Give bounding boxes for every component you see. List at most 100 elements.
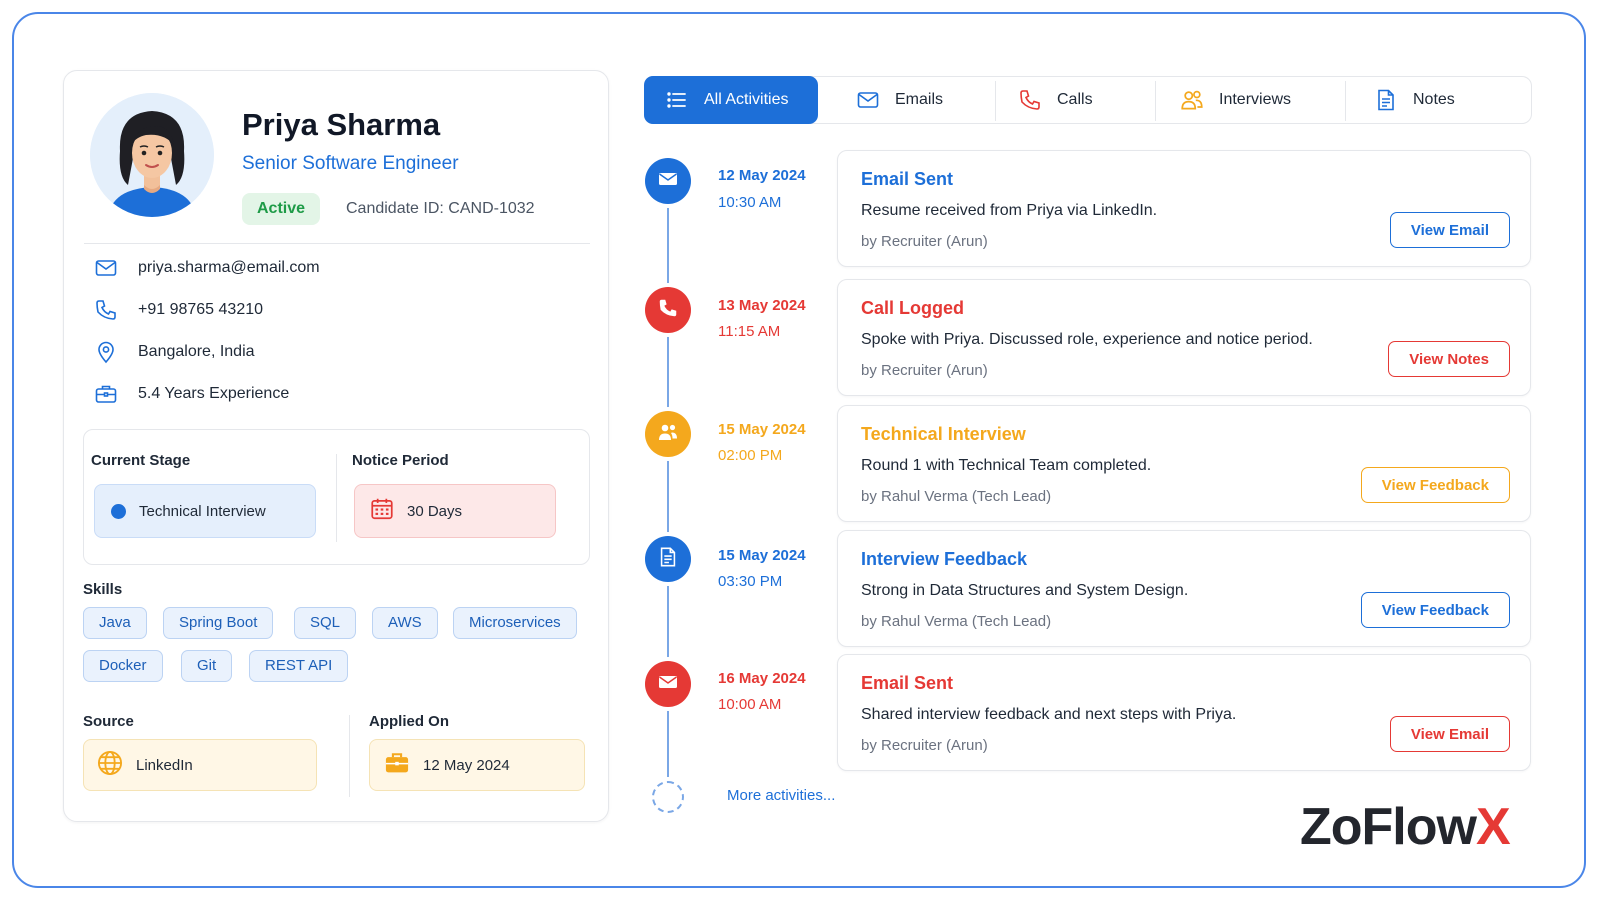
skill-chip[interactable]: AWS <box>372 607 438 639</box>
activity-title: Technical Interview <box>861 424 1026 444</box>
activity-card: Email Sent Shared interview feedback and… <box>837 654 1531 771</box>
phone-icon <box>657 297 679 324</box>
status-badge: Active <box>242 193 321 225</box>
view-feedback-button[interactable]: View Feedback <box>1360 592 1510 628</box>
skill-chip[interactable]: Spring Boot <box>163 607 274 639</box>
divider <box>336 454 337 542</box>
activity-title: Email Sent <box>861 673 954 693</box>
location-text: Bangalore, India <box>138 343 255 360</box>
phone-icon <box>1017 87 1043 113</box>
activity-time: 03:30 PM <box>718 573 783 590</box>
tab-all-activities[interactable]: All Activities <box>644 76 818 124</box>
timeline-node <box>645 661 691 707</box>
skill-chip[interactable]: SQL <box>294 607 357 639</box>
notice-period-value: 30 Days <box>407 502 463 520</box>
activity-date: 15 May 2024 <box>718 547 806 564</box>
activity-author: by Rahul Verma (Tech Lead) <box>861 613 1052 630</box>
applied-on-label: Applied On <box>369 713 449 730</box>
tab-emails[interactable]: Emails <box>855 76 943 124</box>
users-icon <box>656 420 680 449</box>
activity-card: Call Logged Spoke with Priya. Discussed … <box>837 279 1531 396</box>
view-notes-button[interactable]: View Notes <box>1388 341 1510 377</box>
activity-author: by Rahul Verma (Tech Lead) <box>861 488 1052 505</box>
tab-interviews[interactable]: Interviews <box>1179 76 1291 124</box>
activity-time: 10:00 AM <box>718 696 782 713</box>
experience-text: 5.4 Years Experience <box>138 385 290 402</box>
activity-date: 15 May 2024 <box>718 421 806 438</box>
mail-icon <box>656 670 680 699</box>
activity-time: 11:15 AM <box>718 323 781 340</box>
activity-title: Call Logged <box>861 298 964 318</box>
view-feedback-button[interactable]: View Feedback <box>1360 467 1510 503</box>
document-icon <box>1373 87 1399 113</box>
view-email-button[interactable]: View Email <box>1389 716 1510 752</box>
notice-period-label: Notice Period <box>352 452 449 469</box>
activity-title: Interview Feedback <box>861 549 1028 569</box>
skill-chip[interactable]: Git <box>181 650 233 682</box>
globe-icon <box>96 749 124 782</box>
skill-chip[interactable]: Docker <box>83 650 163 682</box>
calendar-icon <box>369 496 395 527</box>
activity-card: Technical Interview Round 1 with Technic… <box>837 405 1531 522</box>
activity-description: Spoke with Priya. Discussed role, experi… <box>861 331 1313 348</box>
stage-box: Current Stage Technical Interview Notice… <box>83 429 590 565</box>
divider <box>1155 81 1156 121</box>
view-email-button[interactable]: View Email <box>1389 212 1510 248</box>
contact-location: Bangalore, India <box>92 338 255 366</box>
list-icon <box>664 87 690 113</box>
activity-date: 12 May 2024 <box>718 167 806 184</box>
divider <box>1345 81 1346 121</box>
divider <box>84 243 590 244</box>
brand-logo: ZoFlowX <box>1300 797 1511 857</box>
timeline-node <box>645 287 691 333</box>
source-value: LinkedIn <box>136 756 193 774</box>
tab-label: Notes <box>1413 91 1455 108</box>
mail-icon <box>855 87 881 113</box>
applied-on-pill: 12 May 2024 <box>369 739 585 791</box>
tab-notes[interactable]: Notes <box>1373 76 1455 124</box>
tab-label: All Activities <box>704 91 789 108</box>
activity-date: 13 May 2024 <box>718 297 806 314</box>
timeline-node <box>645 536 691 582</box>
tab-label: Interviews <box>1219 91 1292 108</box>
candidate-role: Senior Software Engineer <box>242 153 459 174</box>
contact-email[interactable]: priya.sharma@email.com <box>92 254 320 282</box>
activity-description: Round 1 with Technical Team completed. <box>861 457 1152 474</box>
timeline-end-node <box>652 781 684 813</box>
current-stage-value: Technical Interview <box>139 502 266 520</box>
divider <box>349 715 350 797</box>
more-activities-link[interactable]: More activities... <box>727 787 835 804</box>
mail-icon <box>92 254 120 282</box>
stage-dot-icon <box>111 503 126 519</box>
tab-label: Calls <box>1057 91 1093 108</box>
activity-description: Resume received from Priya via LinkedIn. <box>861 202 1158 219</box>
avatar <box>90 93 214 217</box>
email-text: priya.sharma@email.com <box>138 259 320 276</box>
timeline-node <box>645 158 691 204</box>
activity-author: by Recruiter (Arun) <box>861 362 988 379</box>
skill-chip[interactable]: REST API <box>249 650 349 682</box>
timeline-node <box>645 411 691 457</box>
location-icon <box>92 338 120 366</box>
tab-label: Emails <box>895 91 944 108</box>
contact-phone[interactable]: +91 98765 43210 <box>92 296 263 324</box>
tab-calls[interactable]: Calls <box>1017 76 1093 124</box>
source-pill: LinkedIn <box>83 739 317 791</box>
notice-period-pill: 30 Days <box>354 484 556 538</box>
skill-chip[interactable]: Microservices <box>453 607 577 639</box>
candidate-profile-card: Priya Sharma Senior Software Engineer Ac… <box>63 70 609 822</box>
activity-author: by Recruiter (Arun) <box>861 233 988 250</box>
activity-description: Strong in Data Structures and System Des… <box>861 582 1189 599</box>
divider <box>995 81 996 121</box>
activity-card: Interview Feedback Strong in Data Struct… <box>837 530 1531 647</box>
activity-card: Email Sent Resume received from Priya vi… <box>837 150 1531 267</box>
current-stage-pill[interactable]: Technical Interview <box>94 484 316 538</box>
mail-icon <box>656 167 680 196</box>
activity-title: Email Sent <box>861 169 954 189</box>
candidate-id: Candidate ID: CAND-1032 <box>346 200 535 217</box>
briefcase-icon <box>383 749 411 782</box>
skill-chip[interactable]: Java <box>83 607 147 639</box>
logo-text: ZoFlow <box>1300 798 1477 856</box>
activity-author: by Recruiter (Arun) <box>861 737 988 754</box>
applied-on-value: 12 May 2024 <box>423 756 510 774</box>
